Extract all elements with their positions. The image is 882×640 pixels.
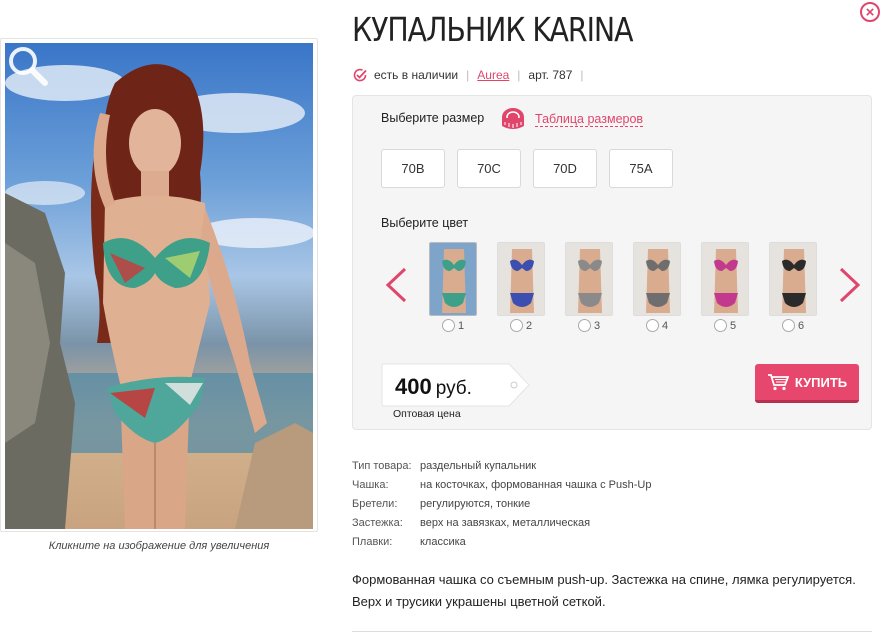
page-title: КУПАЛЬНИК KARINA [352,10,634,49]
buy-button[interactable]: КУПИТЬ [755,364,859,403]
color-radio[interactable] [781,319,795,332]
photo-illustration [5,64,313,529]
availability-status: есть в наличии [374,68,459,82]
cart-icon [767,374,789,391]
color-option[interactable]: 2 [497,242,545,332]
color-thumbnail[interactable] [769,242,817,316]
spec-value: регулируются, тонкие [420,497,531,510]
swimsuit-swatch-icon [702,243,748,315]
color-option[interactable]: 3 [565,242,613,332]
check-circle-icon [353,68,367,82]
size-option[interactable]: 75A [609,149,673,188]
color-thumbnail[interactable] [633,242,681,316]
size-option[interactable]: 70B [381,149,445,188]
color-radio[interactable] [645,319,659,332]
close-button[interactable]: × [860,2,880,22]
buy-button-label[interactable]: КУПИТЬ [795,375,847,390]
size-option[interactable]: 70D [533,149,597,188]
color-options: 1 2 3 4 5 6 [429,242,817,332]
spec-row: Плавки: классика [352,532,651,551]
price-tag: 400 руб. [381,362,531,408]
swimsuit-swatch-icon [770,243,816,315]
price-note: Оптовая цена [393,408,461,420]
product-description: Формованная чашка со съемным push-up. За… [352,572,856,609]
meta-separator: | [466,68,470,82]
color-number: 4 [661,319,669,332]
swimsuit-swatch-icon [566,243,612,315]
color-radio[interactable] [509,319,523,332]
color-number: 5 [729,319,737,332]
color-number: 2 [525,319,533,332]
spec-value: раздельный купальник [420,459,537,472]
color-radio-row[interactable]: 2 [509,319,533,332]
spec-value: классика [420,535,466,548]
spec-value: верх на завязках, металлическая [420,516,591,529]
spec-row: Бретели: регулируются, тонкие [352,494,651,513]
size-table-label[interactable]: Таблица размеров [535,112,644,127]
color-radio-row[interactable]: 1 [441,319,465,332]
brand-link[interactable]: Aurea [477,68,509,82]
color-thumbnail[interactable] [701,242,749,316]
spec-row: Тип товара: раздельный купальник [352,456,651,475]
color-radio[interactable] [441,319,455,332]
spec-key: Чашка: [352,478,389,491]
spec-key: Тип товара: [352,459,412,472]
swimsuit-swatch-icon [634,243,680,315]
color-thumbnail[interactable] [565,242,613,316]
spec-value: на косточках, формованная чашка с Push-U… [420,478,652,491]
color-radio-row[interactable]: 3 [577,319,601,332]
color-radio[interactable] [577,319,591,332]
meta-separator: | [580,68,584,82]
size-table-link[interactable]: Таблица размеров [499,106,644,132]
price-amount: 400 [395,374,432,399]
product-meta: есть в наличии | Aurea | арт. 787 | [352,66,592,84]
measuring-tape-icon [502,108,524,129]
price-currency: руб. [435,378,472,399]
price: 400 руб. [395,374,472,400]
color-label: Выберите цвет [381,216,469,230]
color-option[interactable]: 6 [769,242,817,332]
product-photo[interactable] [0,38,318,532]
photo-caption: Кликните на изображение для увеличения [48,540,270,552]
size-option[interactable]: 70C [457,149,521,188]
chevron-right-icon[interactable] [837,266,863,304]
color-radio-row[interactable]: 6 [781,319,805,332]
spec-key: Плавки: [352,535,393,548]
color-number: 1 [457,319,465,332]
size-label: Выберите размер [381,111,485,125]
color-radio[interactable] [713,319,727,332]
chevron-left-icon[interactable] [383,266,409,304]
product-specs: Тип товара: раздельный купальник Чашка: на… [352,456,651,551]
color-option[interactable]: 4 [633,242,681,332]
color-thumbnail[interactable] [497,242,545,316]
size-options: 70B 70C 70D 75A [381,149,673,188]
color-thumbnail[interactable] [429,242,477,316]
color-radio-row[interactable]: 4 [645,319,669,332]
spec-row: Застежка: верх на завязках, металлическая [352,513,651,532]
zoom-icon[interactable] [5,43,51,89]
swimsuit-swatch-icon [430,243,476,315]
color-option[interactable]: 1 [429,242,477,332]
color-number: 6 [797,319,805,332]
meta-separator: | [517,68,521,82]
divider [352,631,872,632]
spec-row: Чашка: на косточках, формованная чашка с … [352,475,651,494]
color-option[interactable]: 5 [701,242,749,332]
spec-key: Бретели: [352,497,398,510]
spec-key: Застежка: [352,516,403,529]
color-radio-row[interactable]: 5 [713,319,737,332]
swimsuit-swatch-icon [498,243,544,315]
options-panel: Выберите размер Таблица размеров 70B 70C… [352,95,872,430]
color-number: 3 [593,319,601,332]
article-number: арт. 787 [528,68,573,82]
product-image[interactable] [5,43,313,529]
